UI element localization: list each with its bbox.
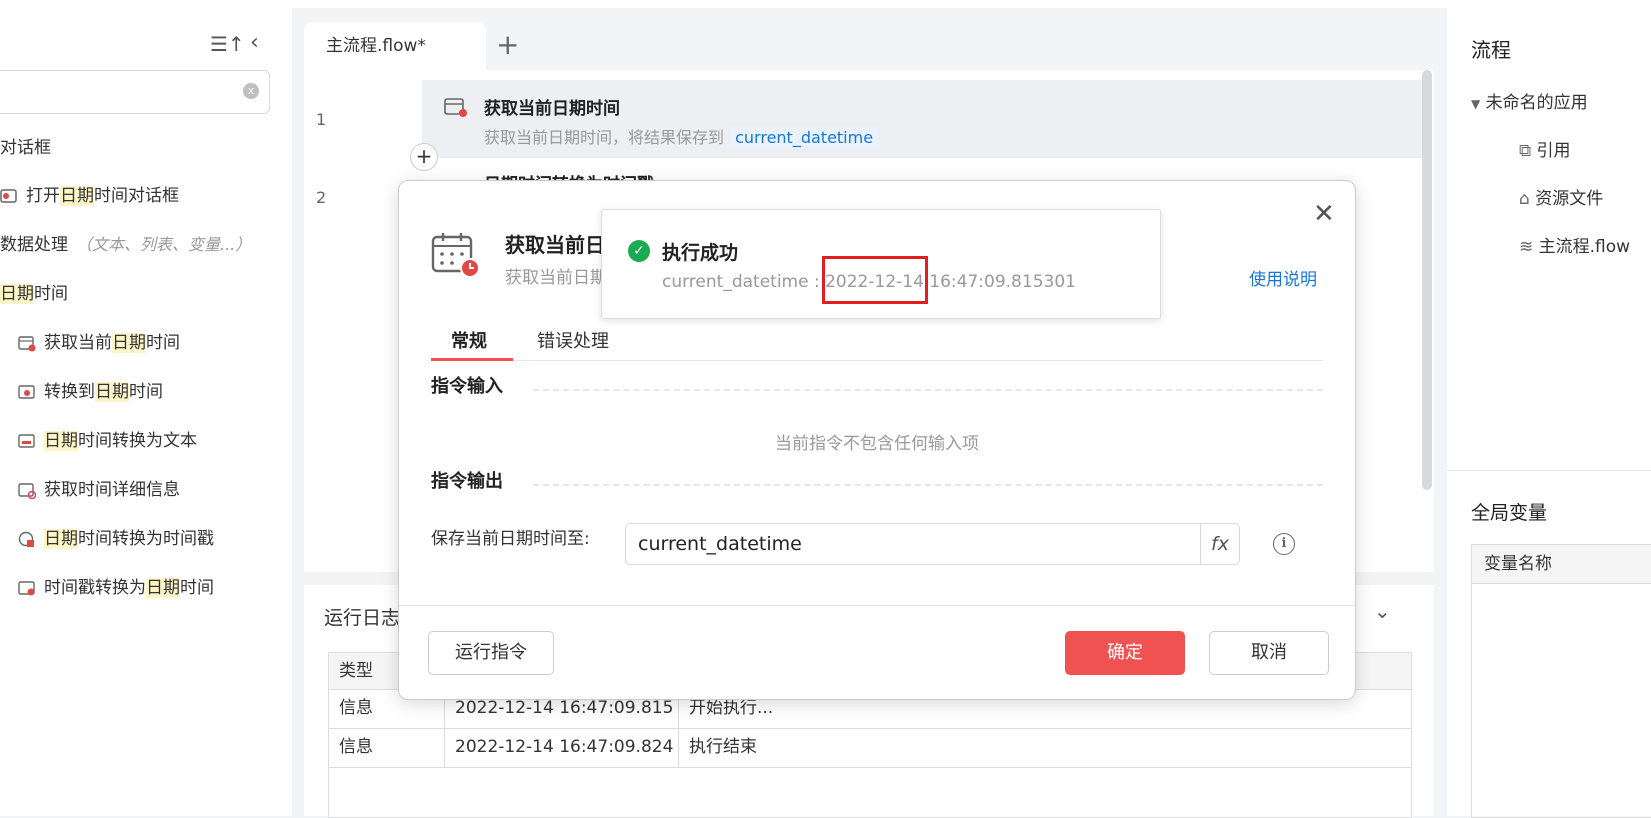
tab-general[interactable]: 常规 <box>451 327 487 353</box>
calendar-details-icon <box>18 483 36 499</box>
highlight-box <box>822 256 928 304</box>
tree-item-get-current-datetime[interactable]: 获取当前日期时间 <box>18 328 180 358</box>
calendar-clock-icon <box>431 233 480 278</box>
timestamp-calendar-icon <box>18 581 35 596</box>
divider <box>1447 470 1651 471</box>
dialog-icon <box>0 189 17 203</box>
layers-icon: ≋ <box>1519 237 1534 257</box>
active-tab-indicator <box>431 358 513 361</box>
line-number: 2 <box>316 188 327 207</box>
collapse-icon[interactable]: ‹ <box>250 30 259 55</box>
tree-item-datetime-to-timestamp[interactable]: 日期时间转换为时间戳 <box>18 524 214 554</box>
project-item-main-flow[interactable]: ≋ 主流程.flow <box>1519 232 1630 257</box>
run-command-button[interactable]: 运行指令 <box>428 631 554 675</box>
add-tab-icon[interactable]: + <box>496 28 519 61</box>
top-strip <box>0 0 1651 8</box>
log-title: 运行日志 <box>324 607 401 629</box>
help-link[interactable]: 使用说明 <box>1249 265 1317 290</box>
cancel-button[interactable]: 取消 <box>1209 631 1329 675</box>
panel-title: 流程 <box>1471 38 1511 62</box>
calendar-clock-icon <box>18 336 36 352</box>
sort-icon[interactable]: ☰↑ <box>210 32 245 56</box>
tree-category-dialog[interactable]: 对话框 <box>0 133 51 163</box>
add-step-button[interactable]: + <box>410 143 438 171</box>
calendar-convert-icon <box>18 385 35 399</box>
command-search-input[interactable]: x <box>0 70 270 114</box>
fx-button[interactable]: fx <box>1200 524 1239 564</box>
line-number: 1 <box>316 110 327 129</box>
tree-item-open-datetime-dialog[interactable]: 打开日期时间对话框 <box>0 181 179 211</box>
footer-divider <box>399 605 1355 606</box>
output-variable-value: current_datetime <box>638 533 802 555</box>
dashed-divider <box>533 389 1323 391</box>
output-label: 保存当前日期时间至: <box>431 529 590 549</box>
input-section-title: 指令输入 <box>431 376 503 397</box>
variable-chip[interactable]: current_datetime <box>729 127 880 148</box>
tree-item-datetime-to-text[interactable]: 日期时间转换为文本 <box>18 426 197 456</box>
tree-label: 对话框 <box>0 138 51 158</box>
tab-main-flow[interactable]: 主流程.flow* <box>304 22 486 70</box>
tab-error-handling[interactable]: 错误处理 <box>537 327 609 353</box>
copy-icon: ⧉ <box>1519 141 1532 161</box>
close-icon[interactable]: ✕ <box>1313 199 1335 229</box>
tree-category-data-processing[interactable]: 数据处理 （文本、列表、变量...） <box>0 230 251 260</box>
dashed-divider <box>533 484 1323 486</box>
check-circle-icon: ✓ <box>628 240 650 262</box>
calendar-text-icon <box>18 434 35 448</box>
project-root[interactable]: ▼ 未命名的应用 <box>1471 88 1588 113</box>
clock-doc-icon <box>18 531 34 547</box>
chevron-down-icon[interactable]: ⌄ <box>1374 599 1391 623</box>
tree-item-get-time-details[interactable]: 获取时间详细信息 <box>18 475 180 505</box>
tree-item-convert-to-datetime[interactable]: 转换到日期时间 <box>18 377 163 407</box>
calendar-clock-icon <box>444 98 467 117</box>
puzzle-icon: ⌂ <box>1519 189 1530 209</box>
clear-search-icon[interactable]: x <box>243 83 259 99</box>
editor-scrollbar[interactable] <box>1422 70 1432 490</box>
caret-down-icon: ▼ <box>1471 97 1481 111</box>
confirm-button[interactable]: 确定 <box>1065 631 1185 675</box>
step-description: 获取当前日期时间，将结果保存到 current_datetime <box>484 124 880 148</box>
command-panel: ☰↑ ‹ x 对话框 打开日期时间对话框 数据处理 （文本、列表、变量...） 日… <box>0 0 292 816</box>
empty-input-message: 当前指令不包含任何输入项 <box>775 434 979 454</box>
project-item-references[interactable]: ⧉ 引用 <box>1519 136 1571 161</box>
info-icon[interactable]: i <box>1273 533 1295 555</box>
flow-step-1[interactable]: 获取当前日期时间 获取当前日期时间，将结果保存到 current_datetim… <box>422 80 1422 158</box>
tree-category-datetime[interactable]: 日期时间 <box>0 279 68 309</box>
global-variable-table: 变量名称 <box>1471 544 1651 818</box>
tab-divider <box>431 360 1323 361</box>
output-section-title: 指令输出 <box>431 471 503 492</box>
table-row[interactable]: 信息 2022-12-14 16:47:09.824 执行结束 <box>329 729 1411 768</box>
var-name-header: 变量名称 <box>1472 545 1651 584</box>
project-item-resources[interactable]: ⌂ 资源文件 <box>1519 184 1603 209</box>
step-title: 获取当前日期时间 <box>484 99 620 119</box>
globals-title: 全局变量 <box>1471 502 1548 524</box>
tree-item-timestamp-to-datetime[interactable]: 时间戳转换为日期时间 <box>18 573 214 603</box>
output-variable-input[interactable]: current_datetime fx <box>625 523 1240 565</box>
toast-title: 执行成功 <box>662 242 739 264</box>
